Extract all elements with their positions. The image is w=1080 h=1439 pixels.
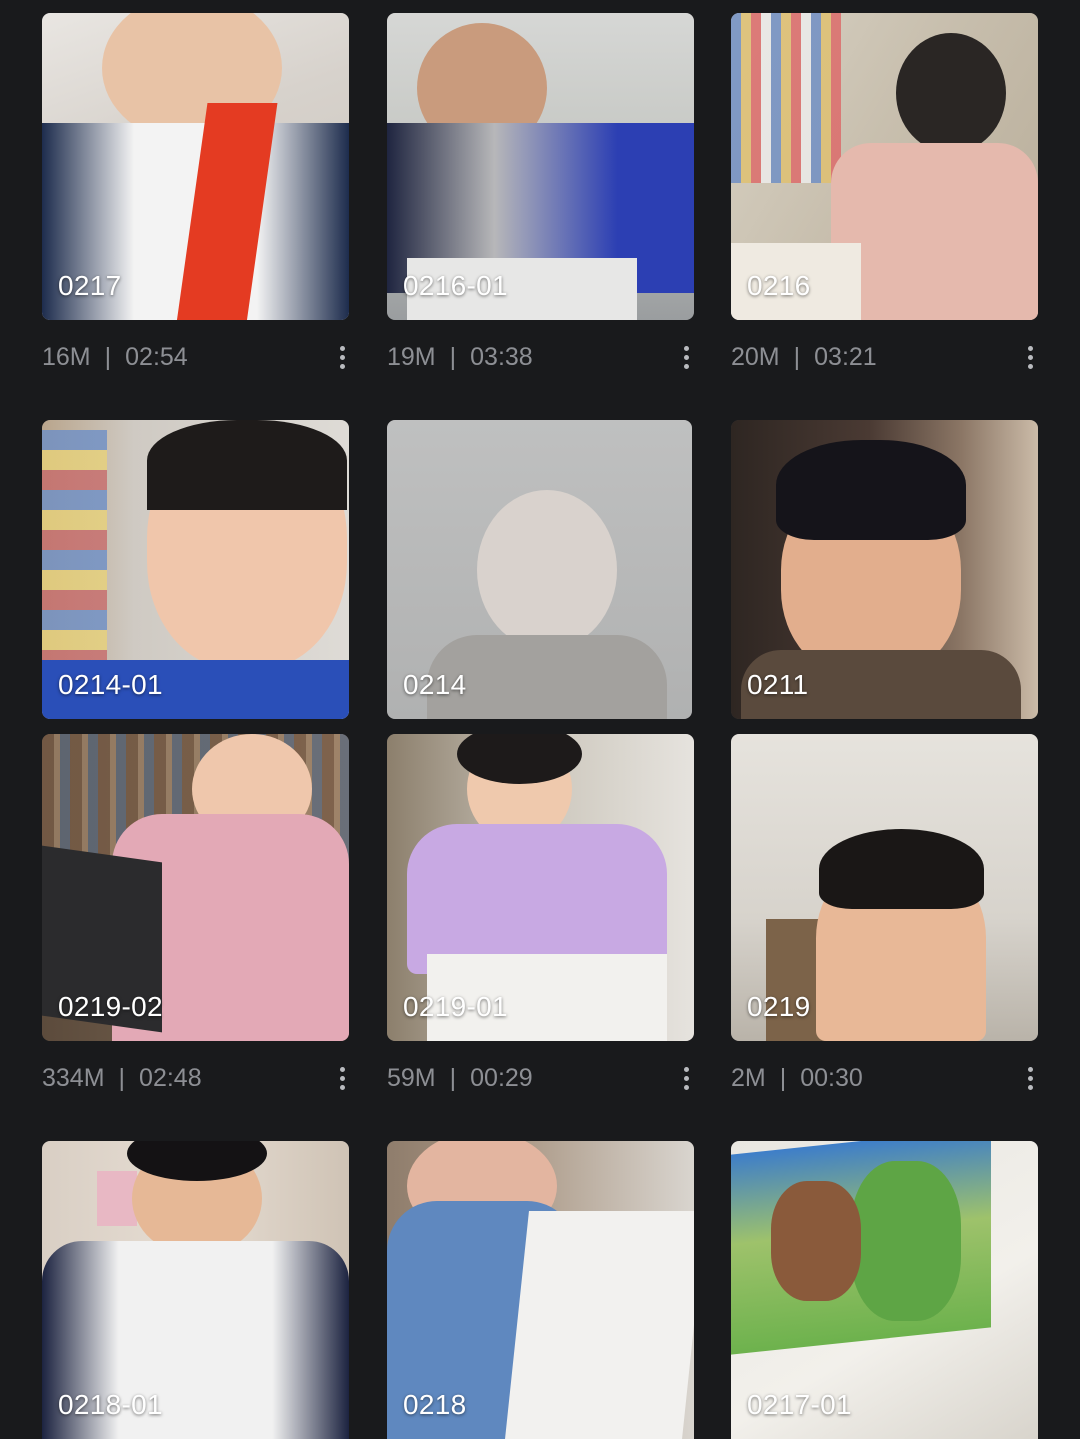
duration: 00:30 [800,1063,863,1092]
book [505,1211,694,1439]
video-thumbnail[interactable]: 0216 [731,13,1038,320]
file-size: 2M [731,1063,766,1092]
video-title: 0218-01 [58,1389,163,1420]
duration: 03:21 [814,342,877,371]
video-title: 0217 [58,270,122,301]
file-size: 16M [42,342,91,371]
file-size: 334M [42,1063,105,1092]
video-thumbnail[interactable]: 0217-01 [731,1141,1038,1439]
bookshelf [42,430,107,670]
person-silhouette [477,490,617,650]
meta-separator: | [449,342,457,371]
video-thumbnail[interactable]: 0216-01 [387,13,694,320]
bookshelf [731,13,841,183]
meta-separator: | [449,1063,457,1092]
person-hair [776,440,966,540]
more-vertical-icon[interactable] [330,337,354,377]
meta-separator: | [104,342,112,371]
more-vertical-icon[interactable] [330,1058,354,1098]
file-size: 59M [387,1063,436,1092]
video-title: 0219-01 [403,991,508,1022]
video-meta: 59M | 00:29 [387,1058,533,1098]
illustration-frog [851,1161,961,1321]
video-gallery: 0217 0216-01 0216 16M | 02:54 19M | 03:3… [0,0,1080,1439]
video-title: 0211 [747,669,809,700]
video-title: 0214 [403,669,467,700]
video-thumbnail[interactable]: 0211 [731,420,1038,719]
person-sweater [407,824,667,974]
duration: 02:48 [139,1063,202,1092]
more-vertical-icon[interactable] [674,337,698,377]
video-title: 0214-01 [58,669,163,700]
duration: 00:29 [470,1063,533,1092]
file-size: 20M [731,342,780,371]
person-hair [819,829,984,909]
video-title: 0219-02 [58,991,163,1022]
video-title: 0216-01 [403,270,508,301]
video-title: 0219 [747,991,811,1022]
duration: 03:38 [470,342,533,371]
meta-separator: | [793,342,801,371]
meta-separator: | [779,1063,787,1092]
video-meta: 16M | 02:54 [42,337,188,377]
video-meta: 2M | 00:30 [731,1058,863,1098]
video-title: 0216 [747,270,811,301]
video-thumbnail[interactable]: 0218-01 [42,1141,349,1439]
person-silhouette [896,33,1006,153]
video-thumbnail[interactable]: 0219-01 [387,734,694,1041]
video-meta: 334M | 02:48 [42,1058,202,1098]
video-title: 0217-01 [747,1389,852,1420]
meta-separator: | [118,1063,126,1092]
video-meta: 19M | 03:38 [387,337,533,377]
person-jacket [831,143,1038,320]
video-thumbnail[interactable]: 0219-02 [42,734,349,1041]
more-vertical-icon[interactable] [674,1058,698,1098]
file-size: 19M [387,342,436,371]
video-thumbnail[interactable]: 0217 [42,13,349,320]
duration: 02:54 [125,342,188,371]
more-vertical-icon[interactable] [1018,337,1042,377]
video-thumbnail[interactable]: 0218 [387,1141,694,1439]
illustration-mouse [771,1181,861,1301]
video-thumbnail[interactable]: 0214-01 [42,420,349,719]
more-vertical-icon[interactable] [1018,1058,1042,1098]
video-thumbnail[interactable]: 0214 [387,420,692,719]
person-hair [147,420,347,510]
video-thumbnail[interactable]: 0219 [731,734,1038,1041]
video-title: 0218 [403,1389,467,1420]
video-meta: 20M | 03:21 [731,337,877,377]
wall-pictures [97,1171,137,1226]
